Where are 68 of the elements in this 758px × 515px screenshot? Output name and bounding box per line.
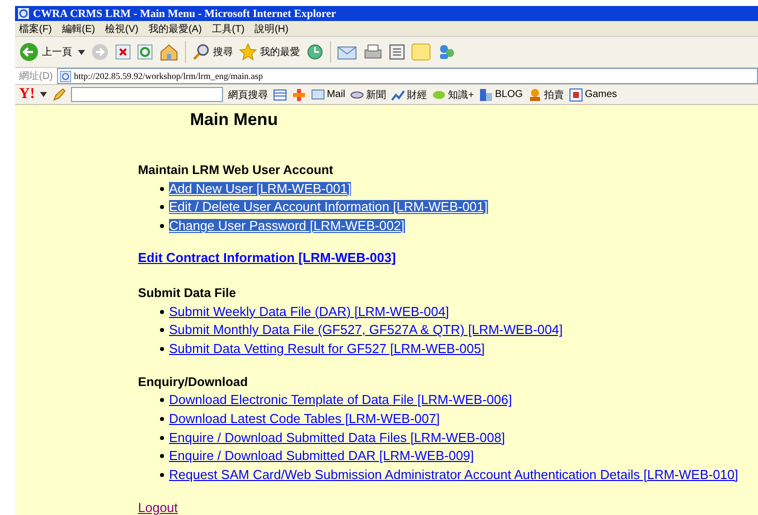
section-heading: Maintain LRM Web User Account bbox=[138, 162, 334, 180]
bullet bbox=[160, 205, 164, 210]
menu-link[interactable]: Submit Weekly Data File (DAR) [LRM-WEB-004] bbox=[169, 304, 450, 319]
toolbar-link[interactable]: Mail bbox=[310, 88, 346, 102]
search-button[interactable]: 搜尋 bbox=[192, 43, 233, 62]
bullet bbox=[160, 346, 164, 351]
menu-item[interactable]: 工具(T) bbox=[212, 22, 245, 36]
menu-link[interactable]: Add New User [LRM-WEB-001] bbox=[169, 182, 352, 196]
menu-link[interactable]: Submit Monthly Data File (GF527, GF527A & QTR) [LRM-WEB-004] bbox=[169, 323, 563, 338]
refresh-icon bbox=[137, 44, 153, 60]
bullet bbox=[160, 224, 164, 228]
dropdown-caret-icon bbox=[78, 50, 85, 55]
bullet bbox=[160, 328, 164, 332]
printer-icon bbox=[363, 43, 383, 62]
menu-item[interactable]: 我的最愛(A) bbox=[148, 22, 202, 36]
section-heading: Enquiry/Download bbox=[138, 374, 248, 392]
home-icon bbox=[159, 43, 179, 62]
toolbar-link[interactable]: 新聞 bbox=[350, 88, 386, 102]
yahoo-logo[interactable]: Y! bbox=[19, 86, 35, 104]
search-icon bbox=[192, 43, 210, 62]
pencil-icon bbox=[52, 88, 66, 102]
note-icon bbox=[411, 43, 431, 62]
stop-icon bbox=[115, 44, 131, 60]
menu-link[interactable]: Submit Data Vetting Result for GF527 [LRM-WEB-005] bbox=[169, 342, 485, 356]
menu-item[interactable]: 檔案(F) bbox=[19, 22, 52, 36]
plus-icon bbox=[292, 88, 306, 102]
menu-item[interactable]: 編輯(E) bbox=[62, 22, 96, 36]
toolbar-link[interactable]: 知識+ bbox=[432, 88, 474, 102]
web-search-button[interactable]: 網頁搜尋 bbox=[228, 88, 268, 102]
figure-icon bbox=[528, 88, 542, 102]
menu-item[interactable]: 檢視(V) bbox=[105, 22, 138, 36]
window-title: CWRA CRMS LRM - Main Menu - Microsoft Internet Explorer bbox=[33, 8, 336, 20]
menu-link[interactable]: Download Electronic Template of Data File [LRM-WEB-006] bbox=[169, 393, 512, 408]
bullet bbox=[160, 454, 164, 458]
bullet bbox=[160, 436, 164, 440]
toolbar-link[interactable]: 財經 bbox=[391, 88, 428, 102]
toolbar-link[interactable]: BLOG bbox=[479, 88, 523, 102]
toolbar-link[interactable]: Games bbox=[568, 88, 618, 102]
menu-link[interactable]: Edit Contract Information [LRM-WEB-003] bbox=[138, 251, 396, 266]
bullet bbox=[160, 398, 164, 402]
menu-link[interactable]: Change User Password [LRM-WEB-002] bbox=[169, 218, 405, 233]
toolbar-link[interactable]: 拍賣 bbox=[528, 88, 564, 102]
bullet bbox=[160, 472, 164, 477]
menu-link[interactable]: Download Latest Code Tables [LRM-WEB-007] bbox=[169, 412, 440, 426]
menu-link[interactable]: Request SAM Card/Web Submission Administrator Account Authentication Details [LRM-WEB-010] bbox=[169, 468, 738, 482]
history-icon bbox=[306, 43, 324, 62]
blocks-icon bbox=[479, 88, 494, 102]
menu-link[interactable]: Enquire / Download Submitted DAR [LRM-WEB-009] bbox=[169, 449, 474, 464]
star-icon bbox=[239, 43, 257, 62]
favorites-button[interactable]: 我的最愛 bbox=[239, 43, 300, 62]
menu-link[interactable]: Enquire / Download Submitted Data Files [LRM-WEB-008] bbox=[169, 430, 505, 445]
square-icon bbox=[568, 88, 583, 102]
page-heading: Main Menu bbox=[190, 110, 279, 130]
address-field[interactable]: http://202.85.59.92/workshop/lrm/lrm_eng/main.asp bbox=[56, 68, 758, 84]
chart-icon bbox=[391, 88, 406, 102]
bullet bbox=[160, 186, 164, 191]
menu-item[interactable]: 說明(H) bbox=[254, 22, 288, 36]
messenger-icon bbox=[437, 43, 457, 62]
section-heading: Submit Data File bbox=[138, 285, 236, 302]
layout-icon bbox=[272, 88, 287, 101]
dropdown-caret-icon bbox=[40, 92, 47, 98]
address-label: 網址(D) bbox=[19, 70, 53, 84]
bullet bbox=[160, 310, 164, 314]
bullet bbox=[160, 416, 164, 421]
back-button[interactable]: 上一頁 bbox=[19, 42, 72, 62]
search-field[interactable] bbox=[70, 87, 223, 102]
logout-link[interactable]: Logout bbox=[138, 500, 178, 515]
menu-link[interactable]: Edit / Delete User Account Information [LRM-WEB-001] bbox=[169, 200, 488, 214]
